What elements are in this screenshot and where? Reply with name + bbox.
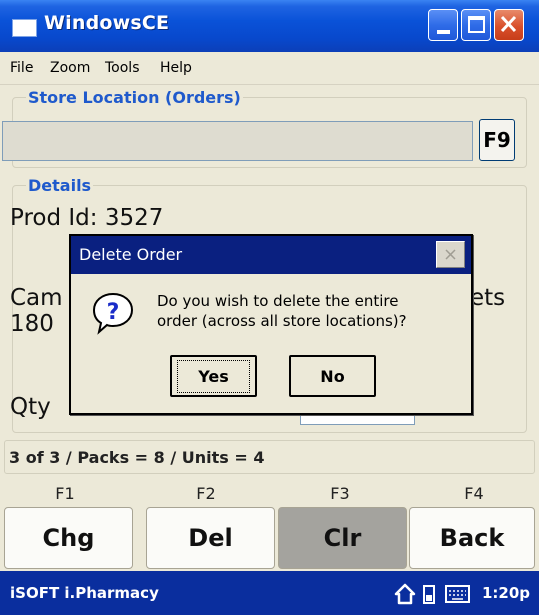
dialog-message-line1: Do you wish to delete the entire [157, 292, 399, 310]
menu-zoom[interactable]: Zoom [50, 60, 90, 76]
no-button[interactable]: No [289, 355, 376, 397]
status-text: 3 of 3 / Packs = 8 / Units = 4 [9, 448, 265, 467]
maximize-icon [468, 16, 485, 33]
fkey-label-f4: F4 [464, 484, 484, 503]
minimize-icon [437, 30, 450, 34]
window-title: WindowsCE [44, 12, 170, 34]
fkey-label-f1: F1 [55, 484, 75, 503]
taskbar: iSOFT i.Pharmacy 1:20p [0, 571, 539, 615]
product-id-text: Prod Id: 3527 [10, 205, 164, 231]
delete-order-dialog: Delete Order ? Do you wish to delete the… [69, 234, 473, 415]
maximize-button[interactable] [461, 9, 491, 41]
dialog-message-line2: order (across all store locations)? [157, 312, 407, 330]
menu-bar: File Zoom Tools Help [0, 52, 539, 85]
window-icon [12, 19, 37, 37]
dialog-message: Do you wish to delete the entire order (… [157, 291, 467, 331]
f9-button[interactable]: F9 [479, 119, 515, 161]
product-name-text-start: Cam [10, 285, 63, 311]
qty-label: Qty [10, 394, 51, 420]
fkey-label-f2: F2 [196, 484, 216, 503]
yes-button-label: Yes [177, 359, 250, 393]
close-icon [500, 15, 517, 33]
product-size-text: 180 [10, 311, 54, 337]
product-name-text-end: ets [470, 285, 506, 311]
clock[interactable]: 1:20p [482, 584, 530, 602]
back-button[interactable]: Back [409, 507, 535, 569]
dialog-close-button[interactable] [436, 241, 465, 268]
keyboard-icon[interactable] [444, 571, 472, 615]
yes-button[interactable]: Yes [170, 355, 257, 397]
home-icon[interactable] [394, 571, 416, 615]
store-location-label: Store Location (Orders) [26, 88, 243, 107]
dialog-title-bar: Delete Order [71, 236, 471, 274]
dialog-title: Delete Order [79, 245, 183, 264]
menu-file[interactable]: File [10, 60, 33, 76]
close-button[interactable] [494, 9, 524, 41]
fkey-label-f3: F3 [330, 484, 350, 503]
minimize-button[interactable] [428, 9, 458, 41]
clr-button[interactable]: Clr [278, 507, 407, 569]
store-location-input[interactable] [2, 121, 473, 161]
title-bar: WindowsCE [0, 0, 539, 52]
close-icon [445, 249, 456, 260]
menu-help[interactable]: Help [160, 60, 192, 76]
svg-text:?: ? [107, 300, 120, 325]
menu-tools[interactable]: Tools [105, 60, 140, 76]
status-line: 3 of 3 / Packs = 8 / Units = 4 [4, 440, 535, 474]
chg-button[interactable]: Chg [4, 507, 133, 569]
taskbar-app-name[interactable]: iSOFT i.Pharmacy [10, 584, 159, 602]
question-icon: ? [92, 292, 134, 335]
details-label: Details [26, 176, 94, 195]
battery-icon[interactable] [422, 571, 436, 615]
del-button[interactable]: Del [146, 507, 275, 569]
